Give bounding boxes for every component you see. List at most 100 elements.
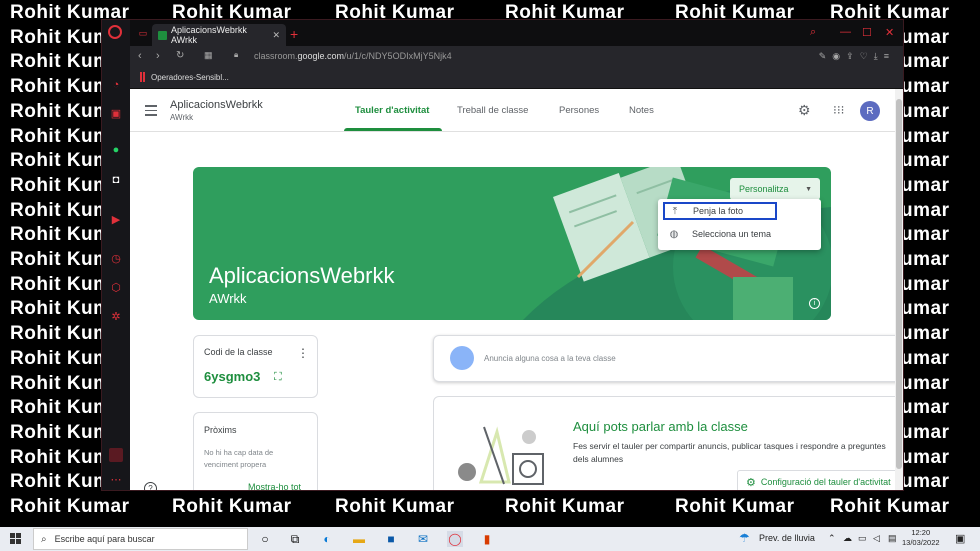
tab-grades[interactable]: Notes [629,105,654,116]
address-actions[interactable]: ✎◉⇪♡⤓≡ [819,51,895,62]
volume-icon[interactable]: ◁ [873,533,880,544]
reload-icon[interactable]: ↻ [176,50,184,61]
lock-icon: 🔒︎ [234,50,239,59]
class-title[interactable]: AplicacionsWebrkk [170,99,263,111]
browser-tab[interactable]: AplicacionsWebrkk AWrkk ✕ [152,24,286,46]
settings-icon: ⚙ [746,476,756,489]
upcoming-card: Pròxims No hi ha cap data de venciment p… [193,412,318,490]
maximize-icon[interactable]: ☐ [862,26,872,39]
network-icon[interactable]: ▭ [858,533,867,544]
speed-dial-grid-icon[interactable]: ▦ [204,50,213,61]
office-icon[interactable]: ▮ [479,531,495,547]
fullscreen-icon[interactable]: ⛶ [274,371,282,384]
stream-settings-label: Configuració del tauler d'activitat [760,477,891,487]
apps-grid-icon[interactable]: ⁝⁝⁝ [833,103,844,117]
announce-card[interactable]: Anuncia alguna cosa a la teva classe ⇄ [433,335,895,382]
cortana-icon[interactable]: ○ [257,531,273,547]
stream-settings-button[interactable]: ⚙ Configuració del tauler d'activitat [737,470,895,490]
more-vert-icon[interactable]: ⋮ [297,346,309,360]
tab-stream[interactable]: Tauler d'activitat [355,105,429,116]
intro-illustration [458,426,544,485]
menu-select-theme[interactable]: ◍ Selecciona un tema [658,223,821,245]
keyboard-icon[interactable]: ▤ [888,533,897,544]
url-field[interactable]: classroom.google.com/u/1/c/NDY5ODIxMjY5N… [254,51,452,61]
back-icon[interactable]: ‹ [138,50,142,62]
main-menu-icon[interactable] [145,105,157,116]
menu-upload-photo[interactable]: ⤒ Penja la foto [663,202,777,220]
bookmark-item[interactable]: Operadores-Sensibl... [140,72,229,82]
more-icon[interactable]: ⋯ [109,472,123,486]
workspace-icon[interactable]: ▭ [136,26,150,40]
scrollbar-thumb[interactable] [896,99,902,469]
weather-text[interactable]: Prev. de lluvia [759,533,815,543]
clock-time: 12:20 [911,528,931,537]
notifications-icon[interactable]: ▣ [955,532,965,545]
help-icon[interactable]: ? [144,482,157,490]
class-code-card: Codi de la classe ⋮ 6ysgmo3 ⛶ [193,335,318,398]
task-view-icon[interactable]: ⧉ [287,531,303,547]
taskbar-clock[interactable]: 12:20 13/03/2022 [902,528,940,548]
banner-class-name: AplicacionsWebrkk [209,263,395,288]
tray-chevron-icon[interactable]: ⌃ [828,533,836,544]
page-scrollbar[interactable] [895,89,903,490]
file-explorer-icon[interactable]: ▬ [351,531,367,547]
opera-taskbar-icon[interactable]: ◯ [447,531,463,547]
url-prefix: classroom. [254,51,298,61]
bag-icon[interactable]: ▣ [109,106,123,120]
history-icon[interactable]: ◷ [109,251,123,265]
palette-icon: ◍ [669,228,679,240]
info-icon[interactable]: i [809,298,820,309]
customize-label: Personalitza [739,184,789,194]
cloud-icon[interactable]: ☁ [843,533,852,544]
banner-section: AWrkk [209,291,247,306]
tab-title: AplicacionsWebrkk AWrkk [171,25,247,45]
close-tab-icon[interactable]: ✕ [272,30,280,41]
forward-icon[interactable]: › [156,50,160,62]
bookmark-favicon-icon [140,72,142,82]
edge-icon[interactable]: ◐ [319,531,335,547]
box-icon[interactable]: ⬡ [109,280,123,294]
watermark-text: Rohit Kumar [830,496,950,517]
menu-upload-label: Penja la foto [693,206,744,216]
watermark-text: Rohit Kumar [10,496,130,517]
opera-logo-icon[interactable] [108,25,122,39]
caret-down-icon: ▼ [805,185,812,193]
close-window-icon[interactable]: ✕ [885,26,894,39]
sidebar-toggle-icon[interactable] [109,448,123,462]
announce-placeholder[interactable]: Anuncia alguna cosa a la teva classe [484,354,616,363]
stream-intro-card: Aquí pots parlar amb la classe Fes servi… [433,396,895,490]
discord-icon[interactable]: ◘ [109,173,123,187]
account-avatar[interactable]: R [860,101,880,121]
taskbar-search[interactable]: ⌕ Escribe aquí para buscar [33,528,248,550]
tab-classwork[interactable]: Treball de classe [457,105,528,116]
url-path: /u/1/c/NDY5ODIxMjY5Njk4 [344,51,452,61]
upcoming-label: Pròxims [204,425,237,435]
menu-theme-label: Selecciona un tema [692,229,772,239]
search-tabs-icon[interactable]: ⌕ [810,26,816,39]
customize-button[interactable]: Personalitza ▼ [730,178,820,200]
url-domain: google.com [297,51,345,61]
class-code: 6ysgmo3 [204,369,261,384]
watermark-text: Rohit Kumar [505,496,625,517]
speed-dial-icon[interactable]: ◔ [109,78,123,92]
class-settings-icon[interactable]: ⚙ [798,102,811,119]
bookmarks-bar: Operadores-Sensibl... [130,68,903,89]
store-icon[interactable]: ■ [383,531,399,547]
settings-icon[interactable]: ✲ [109,309,123,323]
bookmark-label: Operadores-Sensibl... [151,72,229,82]
whatsapp-icon[interactable]: ● [109,143,123,157]
search-icon: ⌕ [41,533,47,545]
class-section: AWrkk [170,113,194,122]
mail-icon[interactable]: ✉ [415,531,431,547]
taskbar-search-placeholder: Escribe aquí para buscar [54,534,155,544]
minimize-icon[interactable]: — [840,26,851,38]
tab-people[interactable]: Persones [559,105,599,116]
upcoming-text: No hi ha cap data de venciment propera [204,448,274,469]
bookmark-favicon-icon [143,72,145,82]
weather-icon: ☂ [739,531,750,545]
player-icon[interactable]: ▶ [109,212,123,226]
windows-start-icon[interactable] [10,533,22,545]
watermark-text: Rohit Kumar [172,496,292,517]
view-all-link[interactable]: Mostra-ho tot [248,482,301,490]
new-tab-icon[interactable]: + [290,26,298,42]
